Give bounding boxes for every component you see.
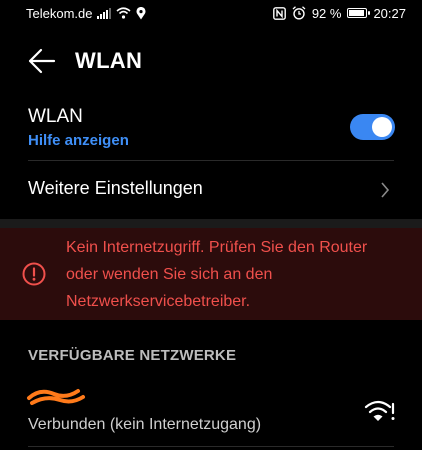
signal-icon	[97, 7, 112, 19]
app-bar: WLAN	[0, 38, 422, 84]
divider	[28, 160, 394, 161]
alarm-icon	[292, 6, 306, 20]
status-bar-left: Telekom.de	[26, 6, 146, 21]
battery-icon	[347, 8, 371, 18]
wifi-warning-icon	[364, 400, 395, 421]
more-settings-row[interactable]: Weitere Einstellungen	[0, 166, 422, 212]
battery-percent: 92 %	[311, 5, 342, 21]
page-title: WLAN	[75, 48, 143, 73]
arrow-left-icon[interactable]	[28, 48, 56, 74]
exclamation-circle-icon	[22, 262, 46, 286]
more-settings-label: Weitere Einstellungen	[28, 178, 203, 198]
clock: 20:27	[373, 5, 406, 21]
status-bar-right: 92 % 20:27	[272, 5, 406, 21]
help-link[interactable]: Hilfe anzeigen	[28, 132, 129, 149]
network-item[interactable]: Verbunden (kein Internetzugang)	[0, 384, 422, 446]
status-bar: Telekom.de 92 % 20:27	[0, 0, 422, 26]
divider	[28, 446, 394, 447]
carrier-name: Telekom.de	[26, 5, 93, 21]
alert-message: Kein Internetzugriff. Prüfen Sie den Rou…	[66, 239, 368, 310]
location-icon	[137, 6, 146, 19]
redaction-scribble	[27, 389, 85, 405]
chevron-right-icon	[381, 182, 390, 198]
wlan-label: WLAN	[28, 106, 83, 127]
no-internet-alert: Kein Internetzugriff. Prüfen Sie den Rou…	[0, 228, 422, 320]
wifi-icon	[116, 7, 132, 19]
battery-level	[349, 10, 365, 16]
wlan-toggle[interactable]	[350, 114, 395, 140]
nfc-icon	[272, 6, 286, 20]
section-gap	[0, 219, 422, 228]
wlan-toggle-row: WLAN Hilfe anzeigen	[0, 102, 422, 158]
toggle-knob	[372, 117, 392, 137]
network-status: Verbunden (kein Internetzugang)	[28, 416, 262, 433]
available-networks-header: VERFÜGBARE NETZWERKE	[28, 347, 237, 364]
